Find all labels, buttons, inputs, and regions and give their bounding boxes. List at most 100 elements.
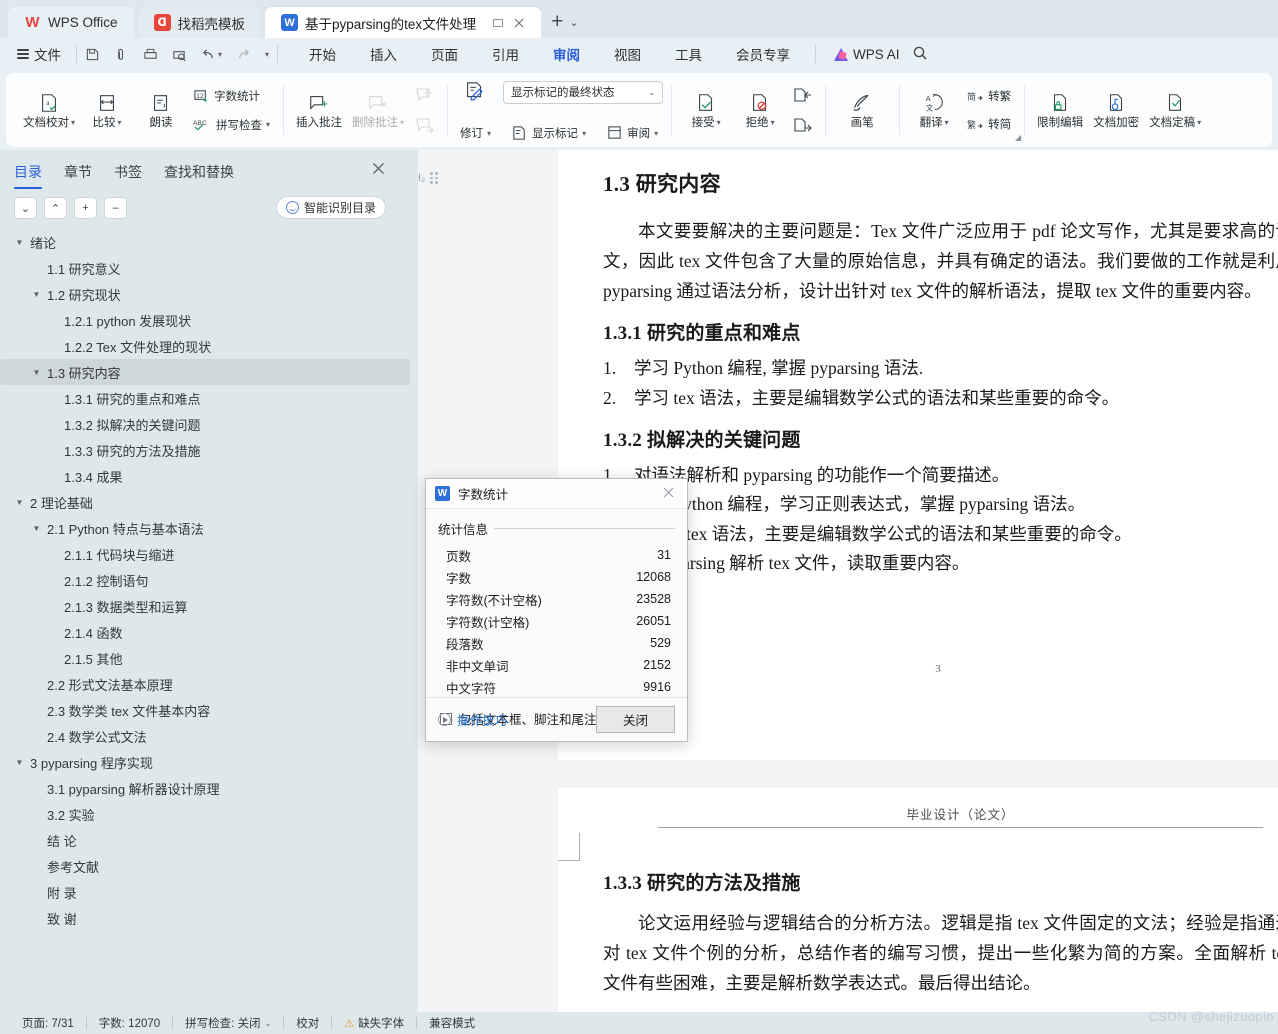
undo-caret-icon[interactable]: ▾: [218, 50, 222, 59]
close-button[interactable]: 关闭: [596, 706, 675, 733]
to-traditional-button[interactable]: 简 转繁: [961, 86, 1016, 106]
outline-item[interactable]: ▼2.1.5 其他: [0, 645, 418, 671]
close-tab-icon[interactable]: [513, 17, 525, 29]
status-word-count[interactable]: 字数: 12070: [87, 1015, 172, 1031]
search-icon[interactable]: [912, 45, 928, 64]
outline-item[interactable]: ▼ 绪论: [0, 229, 418, 255]
caret-icon[interactable]: ▾: [71, 118, 75, 128]
outline-item[interactable]: ▼2.2 形式文法基本原理: [0, 671, 418, 697]
dialog-title-bar[interactable]: W 字数统计: [426, 479, 687, 509]
restore-window-icon[interactable]: [492, 17, 504, 29]
app-tab-wps-office[interactable]: W WPS Office: [8, 7, 134, 38]
caret-icon[interactable]: ▾: [717, 118, 721, 128]
save-icon[interactable]: [85, 47, 100, 62]
outline-item[interactable]: ▼参考文献: [0, 853, 418, 879]
pen-button[interactable]: 画笔: [833, 77, 891, 143]
operation-tips-link[interactable]: 操作技巧: [438, 710, 507, 729]
status-spell-check[interactable]: 拼写检查: 关闭 ⌄: [173, 1015, 283, 1031]
file-menu-button[interactable]: 文件: [10, 41, 68, 67]
status-missing-font[interactable]: ⚠ 缺失字体: [332, 1015, 416, 1031]
outline-item[interactable]: ▼3.1 pyparsing 解析器设计原理: [0, 775, 418, 801]
markup-state-combo[interactable]: 显示标记的最终状态 ⌄: [503, 80, 664, 104]
outline-prev-button[interactable]: ⌃: [44, 197, 67, 219]
spell-check-button[interactable]: ABC 拼写检查 ▾: [188, 115, 275, 135]
reviewing-pane-button[interactable]: 审阅 ▾: [601, 123, 663, 143]
outline-item[interactable]: ▼ 2.1 Python 特点与基本语法: [0, 515, 418, 541]
caret-icon[interactable]: ▾: [266, 120, 270, 129]
new-tab-button[interactable]: +: [551, 10, 563, 34]
track-changes-icon-wrap[interactable]: [455, 79, 495, 105]
drag-handle-icon[interactable]: [430, 172, 438, 184]
outline-item[interactable]: ▼1.3.3 研究的方法及措施: [0, 437, 418, 463]
outline-item[interactable]: ▼ 1.3 研究内容: [0, 359, 410, 385]
tab-page[interactable]: 页面: [414, 40, 475, 68]
new-tab-area[interactable]: + ⌄: [551, 10, 578, 38]
outline-item[interactable]: ▼2.4 数学公式文法: [0, 723, 418, 749]
insert-comment-button[interactable]: 插入批注: [291, 77, 347, 143]
caret-icon[interactable]: ▾: [487, 129, 491, 138]
caret-icon[interactable]: ▾: [771, 118, 775, 128]
status-compat-mode[interactable]: 兼容模式: [417, 1015, 487, 1031]
outline-item[interactable]: ▼1.2.2 Tex 文件处理的现状: [0, 333, 418, 359]
reject-change-button[interactable]: 拒绝 ▾: [733, 77, 787, 143]
caret-icon[interactable]: ▾: [945, 118, 949, 128]
outline-item[interactable]: ▼ 1.2 研究现状: [0, 281, 418, 307]
tab-insert[interactable]: 插入: [353, 40, 414, 68]
nav-tab-outline[interactable]: 目录: [14, 162, 42, 189]
tab-list-caret-icon[interactable]: ⌄: [569, 16, 578, 29]
tab-member-exclusive[interactable]: 会员专享: [719, 40, 807, 68]
close-icon[interactable]: [656, 484, 681, 504]
outline-next-button[interactable]: ⌄: [14, 197, 37, 219]
word-count-button[interactable]: 12 字数统计: [188, 86, 275, 107]
undo-icon[interactable]: ▾: [201, 47, 222, 62]
outline-item[interactable]: ▼2.3 数学类 tex 文件基本内容: [0, 697, 418, 723]
outline-item[interactable]: ▼2.1.2 控制语句: [0, 567, 418, 593]
outline-item[interactable]: ▼2.1.1 代码块与缩进: [0, 541, 418, 567]
tab-reference[interactable]: 引用: [475, 40, 536, 68]
tab-tools[interactable]: 工具: [658, 40, 719, 68]
tab-start[interactable]: 开始: [292, 40, 353, 68]
caret-icon[interactable]: ▾: [654, 129, 658, 138]
read-aloud-button[interactable]: 朗读: [134, 77, 188, 143]
caret-icon[interactable]: ▾: [582, 129, 586, 138]
tab-view[interactable]: 视图: [597, 40, 658, 68]
outline-expand-button[interactable]: +: [74, 197, 97, 219]
previous-change-button[interactable]: [787, 85, 817, 106]
outline-item[interactable]: ▼致 谢: [0, 905, 418, 931]
outline-collapse-button[interactable]: –: [104, 197, 127, 219]
outline-item[interactable]: ▼ 3 pyparsing 程序实现: [0, 749, 418, 775]
nav-tab-bookmarks[interactable]: 书签: [114, 162, 142, 189]
outline-item[interactable]: ▼1.2.1 python 发展现状: [0, 307, 418, 333]
twisty-collapse-icon[interactable]: ▼: [14, 238, 25, 247]
outline-item[interactable]: ▼1.3.1 研究的重点和难点: [0, 385, 418, 411]
status-page-info[interactable]: 页面: 7/31: [10, 1015, 86, 1031]
word-count-dialog[interactable]: W 字数统计 统计信息 页数 31 字数 12068 字符数(不计空格) 23528 字符数…: [425, 478, 688, 742]
tab-review[interactable]: 审阅: [536, 40, 597, 68]
smart-detect-outline-button[interactable]: 智能识别目录: [275, 196, 386, 219]
nav-tab-find-replace[interactable]: 查找和替换: [164, 162, 234, 189]
doc-proofread-button[interactable]: a 文档校对 ▾: [18, 77, 80, 143]
close-icon[interactable]: [371, 161, 386, 181]
to-simplified-button[interactable]: 繁 转简: [961, 114, 1016, 134]
wps-ai-button[interactable]: WPS AI: [834, 47, 900, 62]
finalize-doc-button[interactable]: 文档定稿 ▾: [1144, 77, 1206, 143]
translate-button[interactable]: A文 翻译 ▾: [907, 77, 961, 143]
track-changes-button[interactable]: 修订 ▾: [455, 123, 496, 143]
twisty-collapse-icon[interactable]: ▼: [31, 290, 42, 299]
print-preview-icon[interactable]: [172, 47, 187, 62]
outline-item[interactable]: ▼2.1.4 函数: [0, 619, 418, 645]
outline-item[interactable]: ▼3.2 实验: [0, 801, 418, 827]
outline-item[interactable]: ▼ 2 理论基础: [0, 489, 418, 515]
twisty-collapse-icon[interactable]: ▼: [14, 758, 25, 767]
status-proofread[interactable]: 校对: [284, 1015, 331, 1031]
chevron-down-icon[interactable]: ⌄: [648, 88, 655, 97]
outline-item[interactable]: ▼2.1.3 数据类型和运算: [0, 593, 418, 619]
chevron-down-icon[interactable]: ⌄: [265, 1019, 272, 1028]
document-tab-active[interactable]: W 基于pyparsing的tex文件处理: [265, 7, 542, 38]
dialog-launcher-icon[interactable]: ◢: [1015, 133, 1021, 142]
compare-button[interactable]: 比较 ▾: [80, 77, 134, 143]
restrict-editing-button[interactable]: 限制编辑: [1032, 77, 1088, 143]
twisty-collapse-icon[interactable]: ▼: [31, 368, 42, 377]
twisty-collapse-icon[interactable]: ▼: [31, 524, 42, 533]
outline-item[interactable]: ▼1.3.2 拟解决的关键问题: [0, 411, 418, 437]
